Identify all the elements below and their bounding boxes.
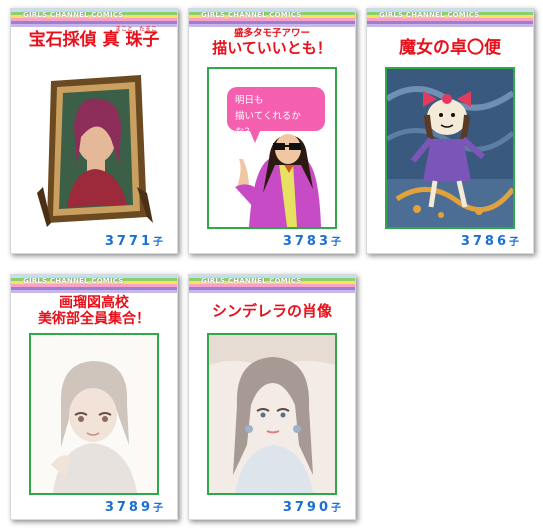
issue-suffix: 子 xyxy=(331,503,341,514)
bubble-line-2: 描いてくれるかな？ xyxy=(235,111,301,138)
comic-title: 魔女の卓〇便 xyxy=(399,38,501,58)
issue-number: 3783子 xyxy=(283,233,341,249)
issue-number: 3786子 xyxy=(461,233,519,249)
portrait-frame-illustration xyxy=(29,67,159,229)
cinderella-portrait-illustration xyxy=(209,335,335,493)
student-sketch-illustration xyxy=(31,335,157,493)
title-line-2: 美術部全員集合！ xyxy=(38,311,150,328)
comic-title: 盛多タモ子アワー 描いていいとも！ xyxy=(195,28,349,57)
speech-bubble: 明日も 描いてくれるかな？ xyxy=(227,87,325,138)
comic-title: シンデレラの肖像 xyxy=(211,302,332,320)
comic-card-1[interactable]: GIRLS CHANNEL COMICS 宝石採偵 真 珠子 まこと たまこ 3… xyxy=(10,8,178,254)
cover-art-frame xyxy=(385,67,515,229)
issue-suffix: 子 xyxy=(153,503,163,514)
comic-card-2[interactable]: GIRLS CHANNEL COMICS 盛多タモ子アワー 描いていいとも！ 明… xyxy=(188,8,356,254)
comic-title: 画瑠図高校 美術部全員集合！ xyxy=(17,295,171,327)
issue-number: 3789子 xyxy=(105,499,163,515)
ruby-makoto: まこと xyxy=(115,26,134,33)
brand-label: GIRLS CHANNEL COMICS xyxy=(379,11,480,19)
issue-number: 3771子 xyxy=(105,233,163,249)
comic-card-3[interactable]: GIRLS CHANNEL COMICS 魔女の卓〇便 3786子 xyxy=(366,8,534,254)
brand-label: GIRLS CHANNEL COMICS xyxy=(23,277,124,285)
issue-digits: 3790 xyxy=(282,500,331,515)
ruby-tamako: たまこ xyxy=(139,26,157,33)
title-text: 宝石採偵 真 珠子 xyxy=(28,30,160,50)
cover-art-frame xyxy=(29,67,159,229)
title-line-1: 画瑠図高校 xyxy=(59,295,129,311)
issue-digits: 3789 xyxy=(104,500,153,515)
issue-number: 3790子 xyxy=(283,499,341,515)
bubble-line-1: 明日も xyxy=(235,95,264,106)
comic-card-5[interactable]: GIRLS CHANNEL COMICS シンデレラの肖像 3790子 xyxy=(188,274,356,520)
ruby-row: まこと たまこ xyxy=(17,26,171,59)
issue-suffix: 子 xyxy=(509,237,519,248)
speech-bubble-tail xyxy=(249,129,261,143)
cover-art-frame xyxy=(207,333,337,495)
brand-label: GIRLS CHANNEL COMICS xyxy=(201,11,302,19)
witch-doodle-illustration xyxy=(387,69,513,227)
issue-digits: 3771 xyxy=(104,234,153,249)
brand-label: GIRLS CHANNEL COMICS xyxy=(23,11,124,19)
cover-art-frame: 明日も 描いてくれるかな？ xyxy=(207,67,337,229)
comic-title: 宝石採偵 真 珠子 まこと たまこ xyxy=(17,26,171,59)
cover-art-frame xyxy=(29,333,159,495)
issue-digits: 3783 xyxy=(282,234,331,249)
issue-suffix: 子 xyxy=(153,237,163,248)
title-text: 描いていいとも！ xyxy=(212,38,332,57)
issue-digits: 3786 xyxy=(460,234,509,249)
comic-card-4[interactable]: GIRLS CHANNEL COMICS 画瑠図高校 美術部全員集合！ 3789… xyxy=(10,274,178,520)
issue-suffix: 子 xyxy=(331,237,341,248)
brand-label: GIRLS CHANNEL COMICS xyxy=(201,277,302,285)
